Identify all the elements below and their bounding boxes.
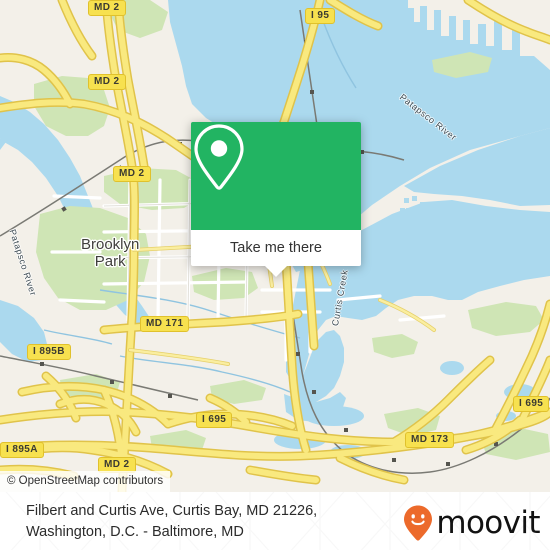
road-shield: MD 173 (405, 432, 455, 448)
map-canvas[interactable]: MD 2 I 95 MD 2 MD 2 MD 171 I 895B I 695 I 695 MD… (0, 0, 550, 492)
moovit-brand[interactable]: moovit (402, 504, 541, 542)
place-label: Brooklyn Park (81, 236, 140, 270)
take-me-there-button[interactable]: Take me there (191, 230, 361, 266)
location-popup-card[interactable]: Take me there (191, 122, 361, 277)
moovit-smiley-pin-icon (404, 505, 433, 541)
road-shield: I 695 (196, 412, 233, 428)
take-me-there-label: Take me there (230, 240, 322, 256)
road-shield: MD 2 (88, 0, 126, 16)
road-shield: I 695 (513, 396, 550, 412)
popup-header (191, 122, 361, 230)
road-shield: MD 2 (113, 166, 151, 182)
moovit-wordmark: moovit (436, 504, 540, 541)
osm-attribution[interactable]: © OpenStreetMap contributors (0, 471, 171, 492)
footer-bar: Filbert and Curtis Ave, Curtis Bay, MD 2… (0, 492, 550, 550)
popup-pointer-tail (265, 266, 287, 277)
address-line-2: Washington, D.C. - Baltimore, MD (26, 524, 244, 540)
road-shield: I 895A (0, 442, 44, 458)
road-shield: I 895B (27, 344, 71, 360)
attribution-text: © OpenStreetMap contributors (7, 475, 164, 487)
road-shield: I 95 (305, 8, 336, 24)
road-shield: MD 171 (140, 316, 190, 332)
location-address: Filbert and Curtis Ave, Curtis Bay, MD 2… (26, 501, 386, 543)
moovit-map-screenshot: MD 2 I 95 MD 2 MD 2 MD 171 I 895B I 695 I 695 MD… (0, 0, 550, 550)
address-line-1: Filbert and Curtis Ave, Curtis Bay, MD 2… (26, 503, 318, 519)
map-pin-icon (194, 124, 244, 190)
road-shield: MD 2 (88, 74, 126, 90)
